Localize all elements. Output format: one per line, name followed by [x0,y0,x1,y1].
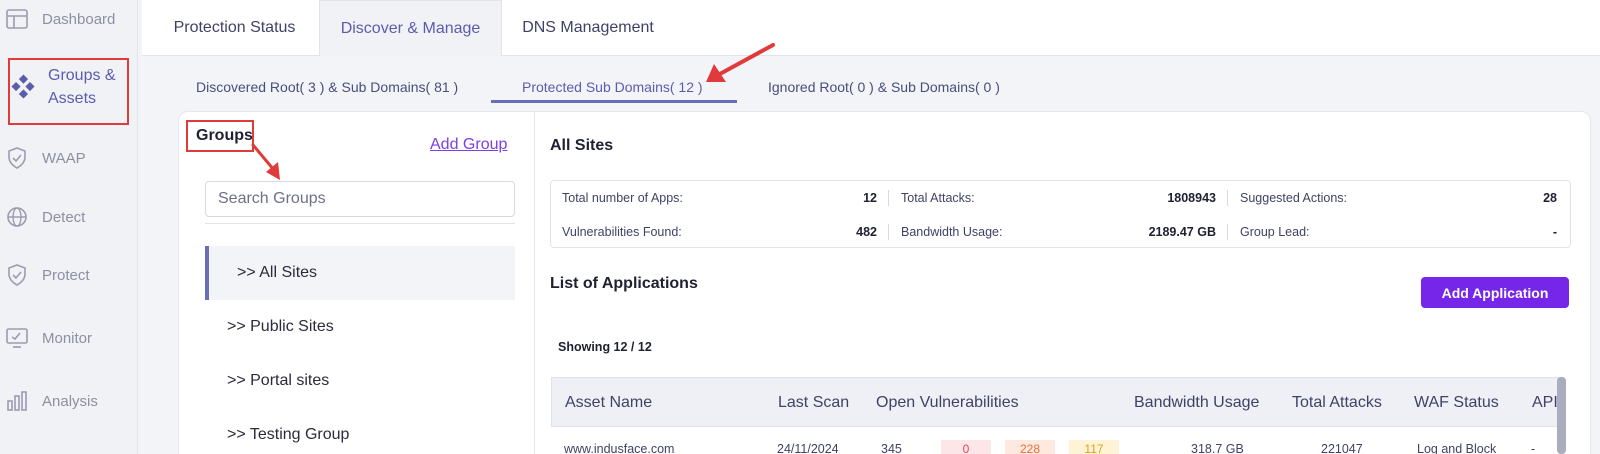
column-waf-status[interactable]: WAF Status [1414,394,1499,412]
divider [888,224,889,240]
sidebar-item-protect[interactable]: Protect [0,260,138,290]
stat-label: Suggested Actions: [1240,191,1348,205]
stat-value: 1808943 [1167,191,1216,205]
table-row[interactable]: www.indusface.com 24/11/2024 345 0 228 1… [551,428,1562,454]
bar-chart-icon [4,388,30,414]
monitor-icon [4,325,30,351]
stat-suggested-actions: Suggested Actions: 28 [1240,191,1557,205]
group-item-testing-group[interactable]: >> Testing Group [205,408,515,454]
sidebar-item-label: WAAP [42,149,86,167]
stat-bandwidth: Bandwidth Usage: 2189.47 GB [901,225,1216,239]
shield-check-icon [4,262,30,288]
tab-discover-manage[interactable]: Discover & Manage [319,0,502,56]
subtab-ignored[interactable]: Ignored Root( 0 ) & Sub Domains( 0 ) [768,72,1000,102]
all-sites-title: All Sites [550,137,614,154]
top-tab-bar: Protection Status Discover & Manage DNS … [142,0,1600,56]
applications-title: List of Applications [550,275,698,292]
cell-bandwidth: 318.7 GB [1191,442,1244,454]
sidebar-item-dashboard[interactable]: Dashboard [0,4,138,34]
sidebar-item-analysis[interactable]: Analysis [0,386,138,416]
stat-label: Total number of Apps: [562,191,683,205]
group-item-portal-sites[interactable]: >> Portal sites [205,354,515,408]
column-bandwidth-usage[interactable]: Bandwidth Usage [1134,394,1259,412]
cell-api: - [1531,442,1536,454]
divider [205,223,515,224]
stat-value: 12 [863,191,877,205]
stat-total-attacks: Total Attacks: 1808943 [901,191,1216,205]
stat-value: - [1552,225,1557,239]
sidebar-item-monitor[interactable]: Monitor [0,323,138,353]
sidebar-item-label: Monitor [42,329,93,347]
stat-label: Vulnerabilities Found: [562,225,682,239]
stat-group-lead: Group Lead: - [1240,225,1557,239]
subtab-protected[interactable]: Protected Sub Domains( 12 ) [522,72,703,102]
badge-critical: 0 [941,440,991,454]
sidebar-item-label: Protect [42,266,90,284]
sidebar-item-label: Dashboard [42,10,116,28]
column-api[interactable]: API [1532,394,1558,412]
subtab-discovered[interactable]: Discovered Root( 3 ) & Sub Domains( 81 ) [196,72,458,102]
sidebar-item-label: Analysis [42,392,98,410]
stat-label: Bandwidth Usage: [901,225,1003,239]
sidebar-item-label: Detect [42,208,86,226]
panel-divider [534,111,535,454]
table-header: Asset Name Last Scan Open Vulnerabilitie… [551,377,1562,427]
add-application-button[interactable]: Add Application [1421,277,1569,308]
detect-globe-icon [4,204,30,230]
annotation-highlight-box [8,58,129,125]
divider [888,190,889,206]
subtab-active-indicator [491,100,737,103]
badge-high: 228 [1005,440,1055,454]
tab-dns-management[interactable]: DNS Management [512,0,664,56]
sidebar-item-waap[interactable]: WAAP [0,143,138,173]
cell-asset-name[interactable]: www.indusface.com [564,442,674,454]
divider [1227,190,1228,206]
column-total-attacks[interactable]: Total Attacks [1292,394,1382,412]
column-last-scan[interactable]: Last Scan [778,394,849,412]
search-groups-input[interactable] [205,181,515,217]
stat-label: Group Lead: [1240,225,1310,239]
stat-value: 2189.47 GB [1148,225,1216,239]
sidebar-item-detect[interactable]: Detect [0,202,138,232]
stat-value: 28 [1543,191,1557,205]
add-group-link[interactable]: Add Group [430,136,507,154]
stat-value: 482 [856,225,877,239]
group-item-all-sites[interactable]: >> All Sites [205,246,515,300]
stat-vulnerabilities: Vulnerabilities Found: 482 [562,225,877,239]
cell-attacks: 221047 [1321,442,1363,454]
annotation-highlight-box [186,120,254,152]
column-asset-name[interactable]: Asset Name [565,394,652,412]
stat-total-apps: Total number of Apps: 12 [562,191,877,205]
cell-last-scan: 24/11/2024 [777,442,839,454]
dashboard-icon [4,6,30,32]
badge-medium: 117 [1069,440,1119,454]
showing-count: Showing 12 / 12 [558,340,652,354]
tab-protection-status[interactable]: Protection Status [157,0,312,56]
stat-label: Total Attacks: [901,191,975,205]
shield-check-icon [4,145,30,171]
table-scrollbar[interactable] [1557,377,1566,454]
divider [1227,224,1228,240]
cell-waf-status: Log and Block [1417,442,1497,454]
group-item-public-sites[interactable]: >> Public Sites [205,300,515,354]
cell-vulns-total: 345 [881,442,902,454]
column-open-vulnerabilities[interactable]: Open Vulnerabilities [876,394,1019,412]
